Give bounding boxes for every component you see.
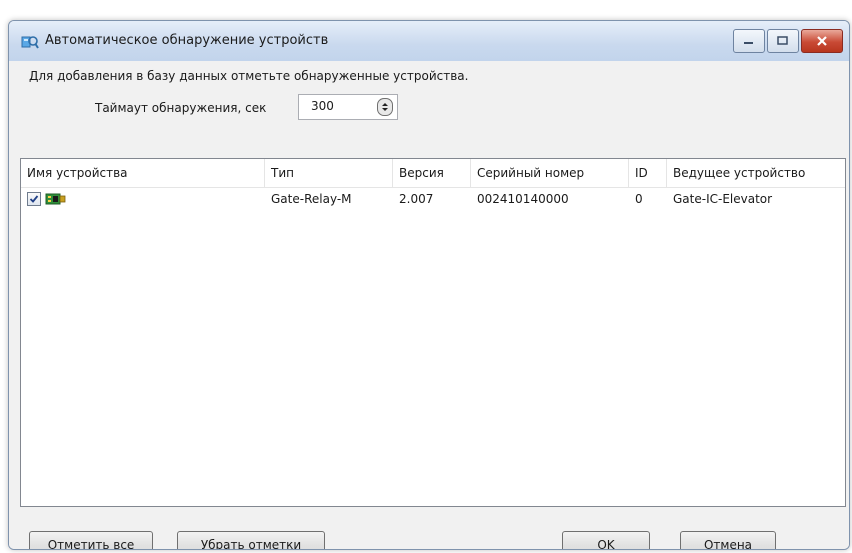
column-header-type[interactable]: Тип xyxy=(265,159,393,187)
cell-name xyxy=(21,188,265,210)
column-header-version[interactable]: Версия xyxy=(393,159,471,187)
search-devices-icon xyxy=(21,36,39,49)
column-header-name[interactable]: Имя устройства xyxy=(21,159,265,187)
cell-id: 0 xyxy=(635,192,643,206)
minimize-button[interactable] xyxy=(733,29,765,53)
maximize-button[interactable] xyxy=(767,29,799,53)
device-board-icon xyxy=(45,193,66,205)
dialog-body: Для добавления в базу данных отметьте об… xyxy=(9,61,849,549)
ok-button[interactable]: OK xyxy=(562,531,650,549)
cell-serial: 002410140000 xyxy=(477,192,569,206)
instruction-text: Для добавления в базу данных отметьте об… xyxy=(29,69,469,83)
devices-table[interactable]: Имя устройства Тип Версия Серийный номер… xyxy=(20,158,846,507)
timeout-stepper[interactable]: 300 xyxy=(298,94,398,120)
checkmark-icon xyxy=(29,195,39,203)
check-all-button[interactable]: Отметить все xyxy=(29,531,153,549)
close-button[interactable] xyxy=(801,29,843,53)
dialog-window: Автоматическое обнаружение устройств Для… xyxy=(8,20,850,550)
close-icon xyxy=(817,36,827,46)
table-header: Имя устройства Тип Версия Серийный номер… xyxy=(21,159,845,188)
cell-type: Gate-Relay-M xyxy=(271,192,352,206)
cell-version: 2.007 xyxy=(399,192,434,206)
maximize-icon xyxy=(777,36,788,45)
spin-updown-button[interactable] xyxy=(377,98,393,116)
column-header-id[interactable]: ID xyxy=(629,159,667,187)
cell-master: Gate-IC-Elevator xyxy=(673,192,773,206)
column-header-master[interactable]: Ведущее устройство xyxy=(667,159,845,187)
timeout-value[interactable]: 300 xyxy=(311,99,334,113)
table-row[interactable]: Gate-Relay-M 2.007 002410140000 0 Gate-I… xyxy=(21,188,845,210)
timeout-label: Таймаут обнаружения, сек xyxy=(95,101,267,115)
spin-arrows-icon xyxy=(382,103,388,111)
row-checkbox[interactable] xyxy=(27,192,41,206)
window-title: Автоматическое обнаружение устройств xyxy=(45,33,329,48)
minimize-icon xyxy=(744,42,753,44)
title-bar[interactable]: Автоматическое обнаружение устройств xyxy=(9,21,849,61)
cancel-button[interactable]: Отмена xyxy=(680,531,776,549)
uncheck-all-button[interactable]: Убрать отметки xyxy=(177,531,325,549)
column-header-serial[interactable]: Серийный номер xyxy=(471,159,629,187)
